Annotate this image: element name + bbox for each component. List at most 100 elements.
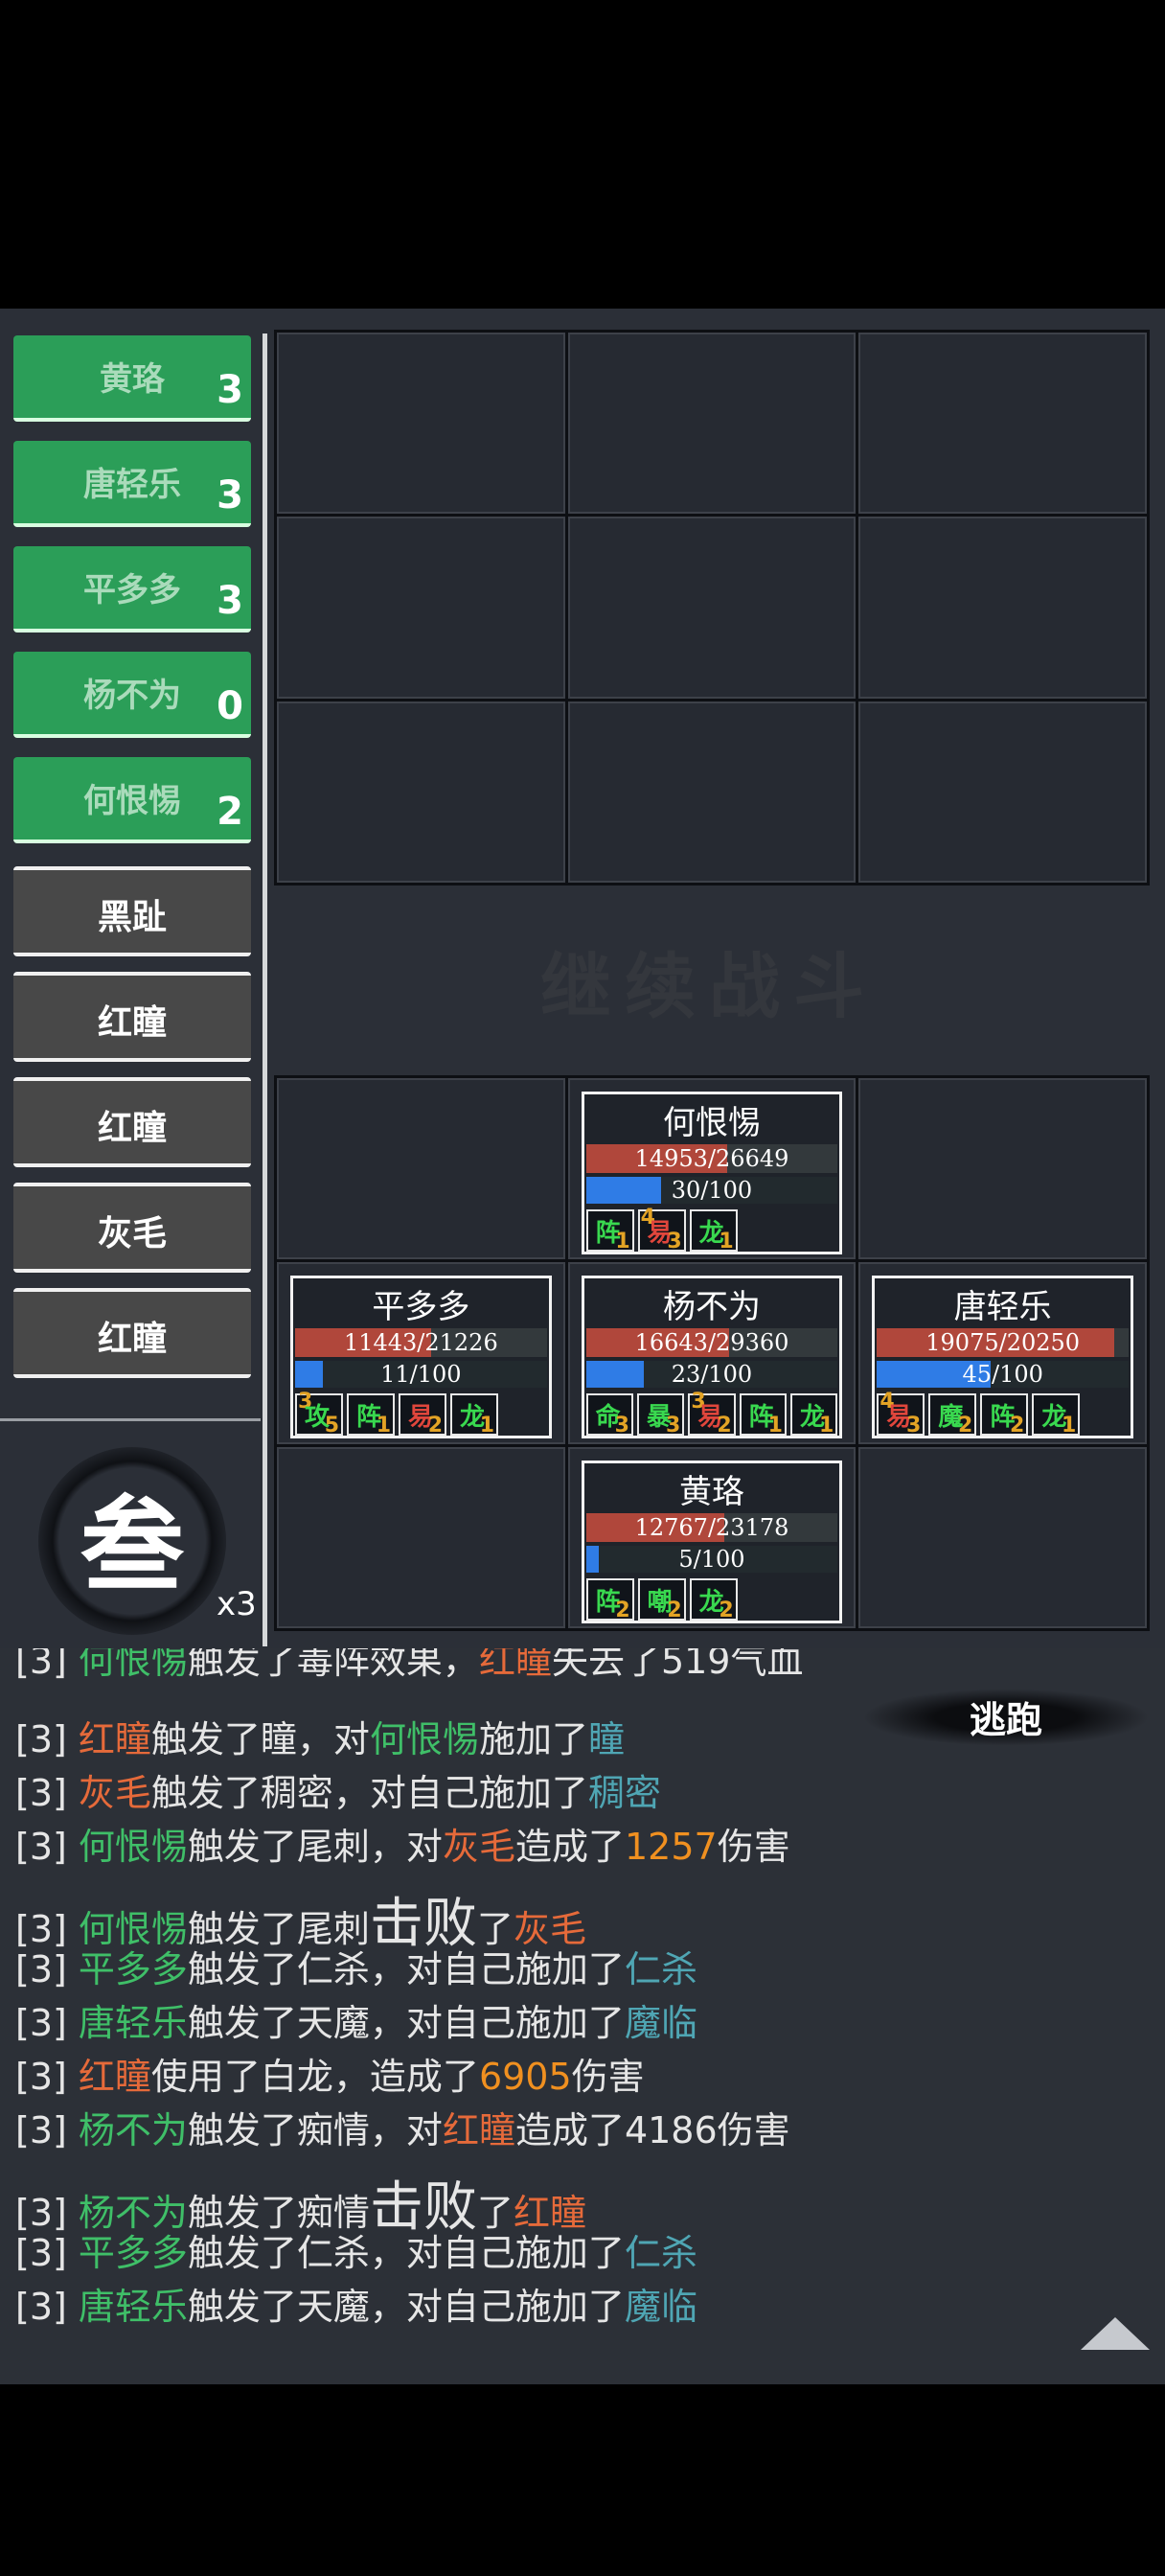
buff-duration: 3 xyxy=(667,1230,682,1254)
log-segment: 触发了仁杀，对自己施加了 xyxy=(187,2232,625,2274)
queue-enemy-item[interactable]: 红瞳 xyxy=(13,972,251,1062)
log-line: [3] 平多多触发了仁杀，对自己施加了仁杀 xyxy=(15,1940,697,1992)
buff-icon[interactable]: 阵2 xyxy=(585,1577,634,1622)
buff-icon[interactable]: 阵1 xyxy=(347,1393,395,1438)
buff-icon[interactable]: 龙1 xyxy=(689,1209,738,1254)
enemy-cell[interactable] xyxy=(277,517,565,699)
hp-bar: 16643/29360 xyxy=(585,1328,838,1358)
unit-name: 何恨惕 xyxy=(662,1104,761,1142)
buff-icon[interactable]: 龙1 xyxy=(450,1393,498,1438)
buff-icon[interactable]: 魔2 xyxy=(928,1393,977,1438)
queue-ally-item[interactable]: 唐轻乐 3 xyxy=(13,441,251,527)
buff-icon[interactable]: 命3 xyxy=(585,1393,633,1438)
ally-grid: 何恨惕 14953/26649 30/100 阵 1 4 易 3 龙 1 平多多 11443/212… xyxy=(274,1075,1150,1631)
buff-icon[interactable]: 4易3 xyxy=(637,1206,686,1254)
log-segment: [3] xyxy=(15,1826,79,1868)
buff-icon[interactable]: 阵1 xyxy=(585,1209,634,1254)
log-segment: 伤害 xyxy=(717,1826,790,1868)
log-segment: 红瞳 xyxy=(78,1718,151,1760)
buff-duration: 3 xyxy=(906,1414,922,1438)
buff-icon[interactable]: 易2 xyxy=(399,1393,446,1438)
queue-ally-item[interactable]: 黄珞 3 xyxy=(13,335,251,422)
ally-cell[interactable]: 平多多 11443/21226 11/100 3 攻 5 阵 1 易 2 龙 1 xyxy=(277,1262,565,1444)
mp-text: 45/100 xyxy=(962,1361,1043,1389)
buff-icon[interactable]: 龙2 xyxy=(689,1577,738,1622)
buff-duration: 1 xyxy=(818,1414,834,1438)
log-line: [3] 何恨惕触发了尾刺，对灰毛造成了1257伤害 xyxy=(15,1817,790,1870)
log-segment: 魔临 xyxy=(624,2286,697,2328)
mp-bar: 11/100 xyxy=(295,1361,547,1389)
buff-duration: 2 xyxy=(719,1598,734,1622)
log-segment: [3] xyxy=(15,2286,79,2328)
log-segment: 失去了519气血 xyxy=(551,1648,804,1682)
log-segment: 触发了天魔，对自己施加了 xyxy=(187,2002,625,2044)
queue-ally-item[interactable]: 杨不为 0 xyxy=(13,652,251,738)
round-number: 叁 xyxy=(80,1485,184,1606)
hp-text: 19075/20250 xyxy=(925,1329,1081,1357)
buff-icon[interactable]: 嘲2 xyxy=(637,1577,686,1622)
ally-cell[interactable]: 何恨惕 14953/26649 30/100 阵 1 4 易 3 龙 1 xyxy=(567,1078,857,1260)
enemy-cell[interactable] xyxy=(567,333,857,515)
queue-ally-name: 何恨惕 xyxy=(83,782,181,820)
unit-name: 黄珞 xyxy=(678,1472,744,1511)
buff-icon[interactable]: 阵2 xyxy=(980,1393,1029,1438)
queue-enemy-item[interactable]: 黑趾 xyxy=(13,866,251,956)
speed-multiplier[interactable]: x3 xyxy=(217,1585,257,1623)
queue-ally-item[interactable]: 平多多 3 xyxy=(13,546,251,632)
enemy-cell[interactable] xyxy=(567,517,857,699)
ally-cell-empty[interactable] xyxy=(858,1446,1147,1628)
queue-ally-count: 3 xyxy=(217,473,243,518)
buff-duration: 1 xyxy=(767,1414,783,1438)
queue-enemy-name: 红瞳 xyxy=(97,1320,167,1359)
buff-duration: 1 xyxy=(376,1414,391,1438)
ally-cell-empty[interactable] xyxy=(277,1446,565,1628)
buff-icon[interactable]: 龙1 xyxy=(1032,1393,1081,1438)
unit-card[interactable]: 杨不为 16643/29360 23/100 命 3 暴 3 3 易 2 阵 1 龙 1 xyxy=(581,1276,843,1439)
buff-duration: 2 xyxy=(615,1598,630,1622)
ally-cell[interactable]: 黄珞 12767/23178 5/100 阵 2 嘲 2 龙 2 xyxy=(567,1446,857,1628)
log-line: [3] 唐轻乐触发了天魔，对自己施加了魔临 xyxy=(15,1993,697,2046)
hp-bar: 14953/26649 xyxy=(585,1144,838,1173)
unit-card[interactable]: 平多多 11443/21226 11/100 3 攻 5 阵 1 易 2 龙 1 xyxy=(290,1276,552,1439)
enemy-cell[interactable] xyxy=(858,333,1147,515)
log-segment: 唐轻乐 xyxy=(78,2002,188,2044)
log-segment: 灰毛 xyxy=(442,1826,515,1868)
queue-enemy-item[interactable]: 红瞳 xyxy=(13,1077,251,1167)
buff-icon[interactable]: 3攻5 xyxy=(295,1390,343,1438)
log-segment: 伤害 xyxy=(571,2056,645,2098)
buff-icon[interactable]: 暴3 xyxy=(636,1393,685,1438)
queue-ally-item[interactable]: 何恨惕 2 xyxy=(13,757,251,843)
log-line: [3] 红瞳触发了瞳，对何恨惕施加了瞳 xyxy=(15,1710,625,1762)
unit-card[interactable]: 黄珞 12767/23178 5/100 阵 2 嘲 2 龙 2 xyxy=(581,1460,843,1623)
unit-card[interactable]: 何恨惕 14953/26649 30/100 阵 1 4 易 3 龙 1 xyxy=(581,1092,843,1254)
queue-enemy-name: 红瞳 xyxy=(97,1003,167,1043)
unit-card[interactable]: 唐轻乐 19075/20250 45/100 4 易 3 魔 2 阵 2 龙 1 xyxy=(872,1276,1133,1439)
continue-battle-button[interactable]: 继续战斗 xyxy=(278,930,1140,1032)
ally-cell-empty[interactable] xyxy=(277,1078,565,1260)
queue-enemy-item[interactable]: 灰毛 xyxy=(13,1183,251,1273)
enemy-cell[interactable] xyxy=(858,701,1147,883)
buff-row: 4易3魔2阵2龙1 xyxy=(877,1390,1129,1438)
log-segment: 仁杀 xyxy=(624,2232,697,2274)
buff-icon[interactable]: 3易2 xyxy=(688,1390,736,1438)
log-segment: 杨不为 xyxy=(78,2109,188,2151)
log-segment: 红瞳 xyxy=(442,2109,515,2151)
battle-log[interactable]: [3] 何恨惕触发了毒阵效果，红瞳失去了519气血 [3] 红瞳触发了瞳，对何恨惕… xyxy=(0,1648,1165,2384)
log-segment: 触发了毒阵效果， xyxy=(187,1648,479,1682)
log-segment: [3] xyxy=(15,2232,79,2274)
enemy-cell[interactable] xyxy=(567,701,857,883)
scroll-up-icon[interactable] xyxy=(1081,2317,1150,2350)
ally-cell[interactable]: 唐轻乐 19075/20250 45/100 4 易 3 魔 2 阵 2 龙 1 xyxy=(858,1262,1147,1444)
ally-cell-empty[interactable] xyxy=(858,1078,1147,1260)
ally-cell[interactable]: 杨不为 16643/29360 23/100 命 3 暴 3 3 易 2 阵 1 龙 1 xyxy=(567,1262,857,1444)
queue-enemy-item[interactable]: 红瞳 xyxy=(13,1288,251,1378)
queue-ally-name: 黄珞 xyxy=(100,360,165,399)
buff-icon[interactable]: 4易3 xyxy=(877,1390,925,1438)
enemy-cell[interactable] xyxy=(277,333,565,515)
enemy-cell[interactable] xyxy=(277,701,565,883)
buff-row: 阵2嘲2龙2 xyxy=(585,1577,838,1622)
enemy-cell[interactable] xyxy=(858,517,1147,699)
buff-icon[interactable]: 阵1 xyxy=(739,1393,787,1438)
escape-button[interactable]: 逃跑 xyxy=(862,1690,1150,1743)
buff-icon[interactable]: 龙1 xyxy=(789,1393,838,1438)
